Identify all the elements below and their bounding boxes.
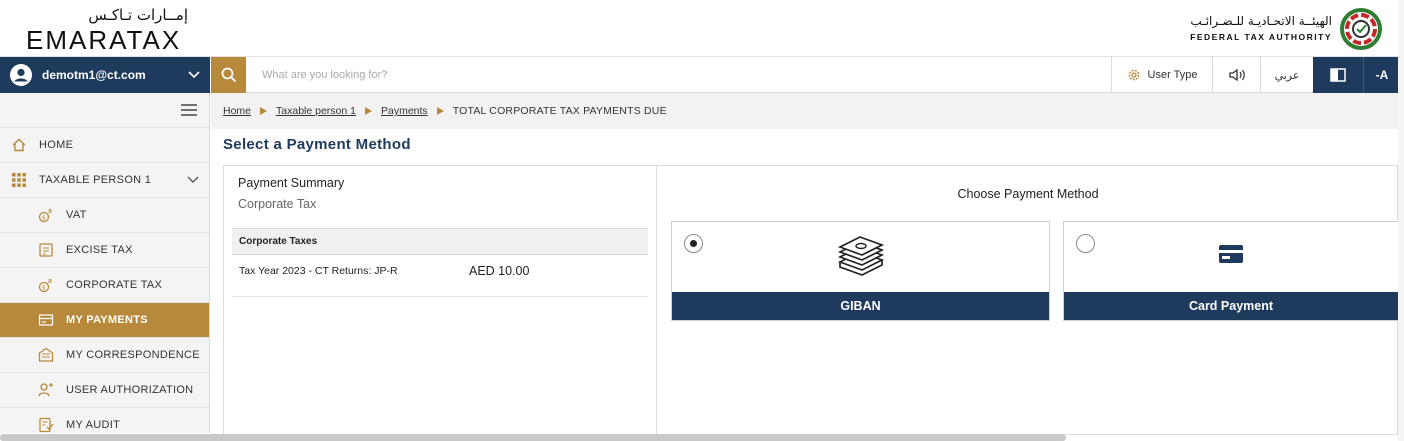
sidebar-item-label: CORPORATE TAX <box>66 279 163 291</box>
payment-summary-title: Payment Summary <box>238 176 345 190</box>
top-bar: demotm1@ct.com User Type عربي -A <box>0 57 1400 93</box>
emaratax-logo[interactable]: إمــارات تـاكـس EMARATAX <box>26 6 196 55</box>
language-toggle[interactable]: عربي <box>1260 57 1313 93</box>
corporate-tax-icon: $ <box>38 278 52 293</box>
correspondence-icon <box>38 347 54 362</box>
hamburger-menu-icon[interactable] <box>181 104 197 116</box>
card-payment-radio[interactable] <box>1076 234 1095 253</box>
fta-english-text: FEDERAL TAX AUTHORITY <box>1190 32 1332 42</box>
sidebar-item-label: USER AUTHORIZATION <box>66 384 194 396</box>
breadcrumb-taxable-person-link[interactable]: Taxable person 1 <box>276 105 356 117</box>
search-input[interactable] <box>250 57 1110 93</box>
tax-row-description: Tax Year 2023 - CT Returns: JP-R <box>239 265 398 277</box>
credit-card-icon <box>1219 245 1243 263</box>
search-button[interactable] <box>211 57 246 93</box>
sidebar-item-label: MY PAYMENTS <box>66 314 148 326</box>
page-title: Select a Payment Method <box>223 136 411 153</box>
table-row: Tax Year 2023 - CT Returns: JP-R AED 10.… <box>232 255 648 297</box>
app-header: إمــارات تـاكـس EMARATAX الهيئــة الاتحـ… <box>0 0 1400 57</box>
sidebar-toggle-row <box>0 93 209 128</box>
sidebar-item-excise-tax[interactable]: EXCISE TAX <box>0 233 209 268</box>
page-edge <box>1398 0 1404 441</box>
chevron-down-icon <box>187 176 199 183</box>
sidebar-item-user-authorization[interactable]: USER AUTHORIZATION <box>0 373 209 408</box>
breadcrumb-arrow-icon <box>365 107 372 115</box>
vat-icon: $ <box>38 208 52 223</box>
user-authorization-icon <box>38 383 53 397</box>
breadcrumb-home-link[interactable]: Home <box>223 105 251 117</box>
sidebar-item-taxable-person[interactable]: TAXABLE PERSON 1 <box>0 163 209 198</box>
giban-payment-option[interactable]: GIBAN <box>671 221 1050 321</box>
sidebar-item-my-correspondence[interactable]: MY CORRESPONDENCE <box>0 338 209 373</box>
user-account-dropdown[interactable]: demotm1@ct.com <box>0 57 210 93</box>
breadcrumb-payments-link[interactable]: Payments <box>381 105 428 117</box>
giban-radio[interactable] <box>684 234 703 253</box>
fta-arabic-text: الهيئــة الاتحـاديـة للـضـرائـب <box>1190 14 1332 28</box>
giban-label: GIBAN <box>672 292 1049 320</box>
sidebar-item-label: MY AUDIT <box>66 419 121 431</box>
home-icon <box>12 138 26 152</box>
fta-logo: الهيئــة الاتحـاديـة للـضـرائـب FEDERAL … <box>1186 8 1386 52</box>
svg-text:$: $ <box>42 285 46 292</box>
contrast-icon <box>1330 68 1346 82</box>
sidebar-item-home[interactable]: HOME <box>0 128 209 163</box>
breadcrumb-arrow-icon <box>436 107 444 115</box>
excise-tax-icon <box>39 243 53 257</box>
user-avatar-icon <box>10 64 32 86</box>
contrast-toggle[interactable] <box>1313 57 1363 93</box>
payment-panel: Payment Summary Corporate Tax Corporate … <box>223 165 1399 436</box>
payment-methods: Choose Payment Method GIBAN Card Payment <box>657 166 1399 436</box>
card-payment-option[interactable]: Card Payment <box>1063 221 1399 321</box>
font-size-decrease-button[interactable]: -A <box>1363 57 1400 93</box>
sidebar-item-label: TAXABLE PERSON 1 <box>39 174 152 186</box>
grid-icon <box>12 173 26 187</box>
breadcrumb-current: TOTAL CORPORATE TAX PAYMENTS DUE <box>452 105 667 117</box>
sidebar-item-corporate-tax[interactable]: $ CORPORATE TAX <box>0 268 209 303</box>
user-type-label: User Type <box>1147 69 1198 81</box>
gear-icon <box>1128 69 1139 81</box>
audio-button[interactable] <box>1212 57 1260 93</box>
card-payment-label: Card Payment <box>1064 292 1398 320</box>
money-stack-icon <box>837 236 884 276</box>
sidebar-item-label: HOME <box>39 139 74 151</box>
sidebar-item-my-payments[interactable]: MY PAYMENTS <box>0 303 209 338</box>
speaker-icon <box>1228 68 1245 82</box>
search-icon <box>221 67 236 83</box>
svg-text:$: $ <box>42 215 46 222</box>
choose-payment-method-heading: Choose Payment Method <box>957 187 1099 201</box>
sidebar: HOME TAXABLE PERSON 1 $ VAT EXCISE TAX $… <box>0 93 210 433</box>
corporate-taxes-header: Corporate Taxes <box>232 228 648 255</box>
chevron-down-icon <box>188 71 200 79</box>
payment-summary-subtitle: Corporate Tax <box>238 197 317 211</box>
sidebar-item-label: EXCISE TAX <box>66 244 133 256</box>
breadcrumb-arrow-icon <box>260 107 268 115</box>
sidebar-item-label: MY CORRESPONDENCE <box>66 349 200 361</box>
user-email: demotm1@ct.com <box>42 68 146 82</box>
horizontal-scrollbar[interactable] <box>0 434 1066 441</box>
payment-summary: Payment Summary Corporate Tax Corporate … <box>224 166 657 436</box>
user-type-button[interactable]: User Type <box>1111 57 1212 93</box>
logo-english-text: EMARATAX <box>26 25 182 55</box>
payments-icon <box>38 314 54 326</box>
audit-icon <box>39 417 54 433</box>
logo-arabic-text: إمــارات تـاكـس <box>88 6 188 24</box>
sidebar-item-label: VAT <box>66 209 87 221</box>
sidebar-item-vat[interactable]: $ VAT <box>0 198 209 233</box>
tax-row-amount: AED 10.00 <box>469 264 530 278</box>
breadcrumb: Home Taxable person 1 Payments TOTAL COR… <box>211 93 1400 129</box>
fta-emblem-icon <box>1340 8 1382 50</box>
